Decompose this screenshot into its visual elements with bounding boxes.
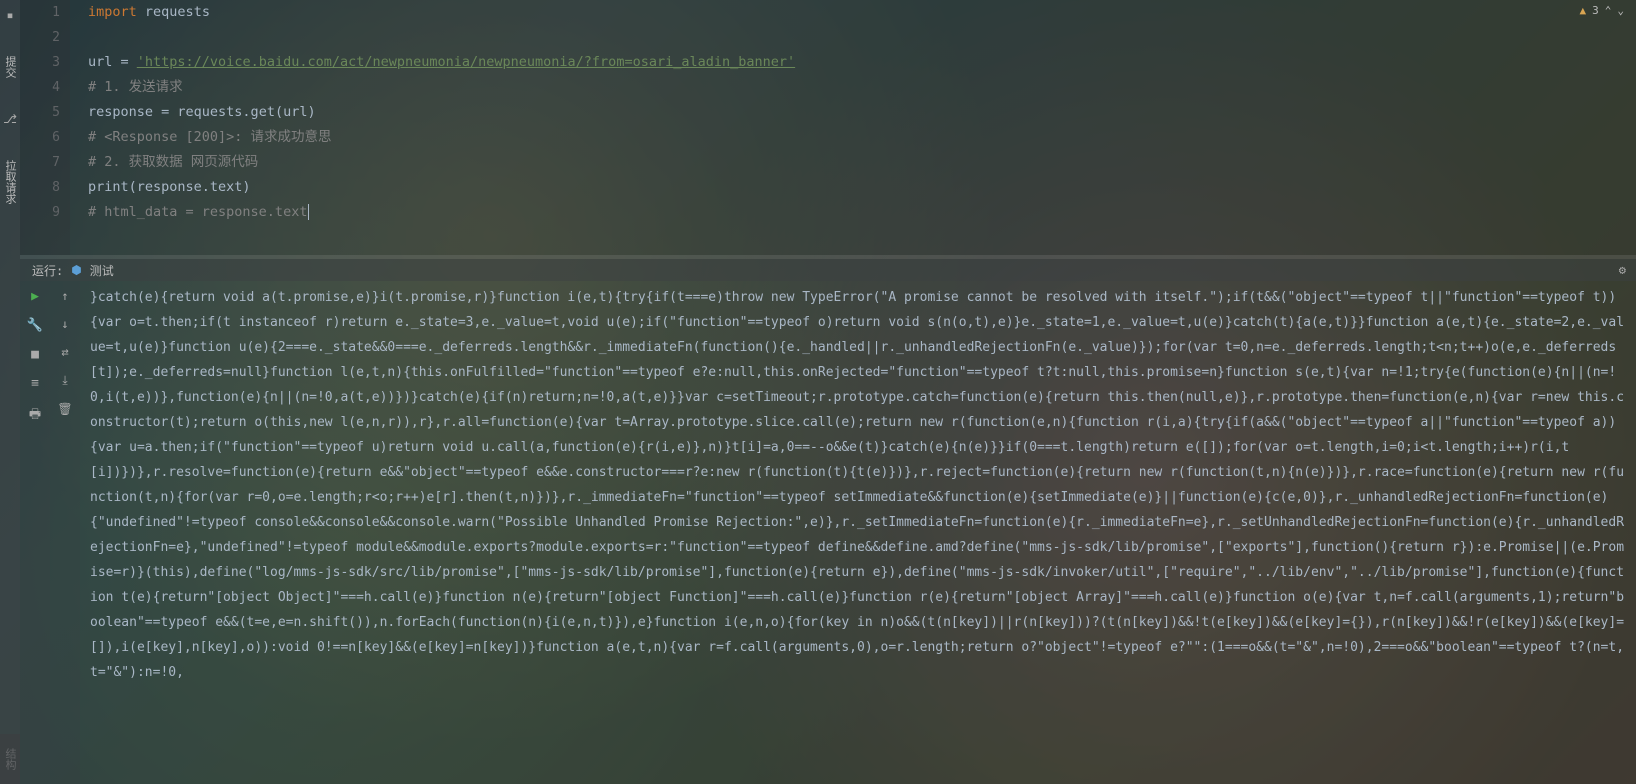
line-number: 7 — [20, 150, 60, 175]
code-line[interactable]: # 2. 获取数据 网页源代码 — [88, 150, 1636, 175]
rerun-button[interactable]: ▶ — [31, 289, 39, 304]
scroll-to-end-icon[interactable]: ⤓ — [62, 373, 67, 388]
line-number: 4 — [20, 75, 60, 100]
code-line[interactable]: response = requests.get(url) — [88, 100, 1636, 125]
python-icon: ⬢ — [71, 263, 81, 277]
inspection-indicator[interactable]: ▲ 3 ⌃ ⌄ — [1580, 4, 1625, 17]
commit-tab[interactable]: 提交 — [2, 52, 18, 82]
console-toolbar-secondary: ↑ ↓ ⇄ ⤓ 🗑 — [50, 281, 80, 784]
line-number-gutter: 123456789 — [20, 0, 70, 255]
wrench-icon[interactable]: 🔧 — [27, 318, 43, 333]
code-line[interactable]: # 1. 发送请求 — [88, 75, 1636, 100]
chevron-up-icon[interactable]: ⌃ — [1605, 4, 1612, 17]
line-number: 5 — [20, 100, 60, 125]
code-line[interactable]: print(response.text) — [88, 175, 1636, 200]
console-output[interactable]: }catch(e){return void a(t.promise,e)}i(t… — [80, 281, 1636, 784]
pull-requests-tab[interactable]: 拉取请求 — [2, 156, 18, 208]
code-editor[interactable]: 123456789 import requestsurl = 'https://… — [20, 0, 1636, 255]
code-line[interactable] — [88, 25, 1636, 50]
run-tool-window: 运行: ⬢ 测试 ⚙ ▶ 🔧 ■ ≡ 🖶 ↑ ↓ ⇄ ⤓ 🗑 — [20, 259, 1636, 784]
run-label: 运行: — [32, 262, 63, 279]
left-tool-rail: ▪ 提交 ⎇ 拉取请求 — [0, 0, 20, 784]
warning-icon: ▲ — [1580, 4, 1587, 17]
code-line[interactable]: # html_data = response.text — [88, 200, 1636, 225]
code-line[interactable]: url = 'https://voice.baidu.com/act/newpn… — [88, 50, 1636, 75]
code-line[interactable]: import requests — [88, 0, 1636, 25]
console-header: 运行: ⬢ 测试 ⚙ — [20, 259, 1636, 281]
printer-icon[interactable]: 🖶 — [29, 405, 41, 427]
trash-icon[interactable]: 🗑 — [57, 402, 72, 416]
gear-icon[interactable]: ⚙ — [1619, 263, 1626, 277]
console-toolbar-primary: ▶ 🔧 ■ ≡ 🖶 — [20, 281, 50, 784]
warning-count: 3 — [1592, 4, 1599, 17]
code-line[interactable]: # <Response [200]>: 请求成功意思 — [88, 125, 1636, 150]
layout-icon[interactable]: ≡ — [31, 376, 39, 391]
code-content[interactable]: import requests url = 'https://voice.baid… — [70, 0, 1636, 255]
line-number: 1 — [20, 0, 60, 25]
down-arrow-icon[interactable]: ↓ — [61, 317, 68, 331]
line-number: 9 — [20, 200, 60, 225]
chevron-down-icon[interactable]: ⌄ — [1617, 4, 1624, 17]
up-arrow-icon[interactable]: ↑ — [61, 289, 68, 303]
line-number: 8 — [20, 175, 60, 200]
stop-button[interactable]: ■ — [31, 347, 39, 362]
folder-icon[interactable]: ▪ — [6, 8, 13, 22]
branch-icon[interactable]: ⎇ — [3, 112, 17, 126]
soft-wrap-icon[interactable]: ⇄ — [61, 345, 68, 359]
line-number: 3 — [20, 50, 60, 75]
run-config-name[interactable]: 测试 — [90, 262, 114, 279]
line-number: 2 — [20, 25, 60, 50]
line-number: 6 — [20, 125, 60, 150]
